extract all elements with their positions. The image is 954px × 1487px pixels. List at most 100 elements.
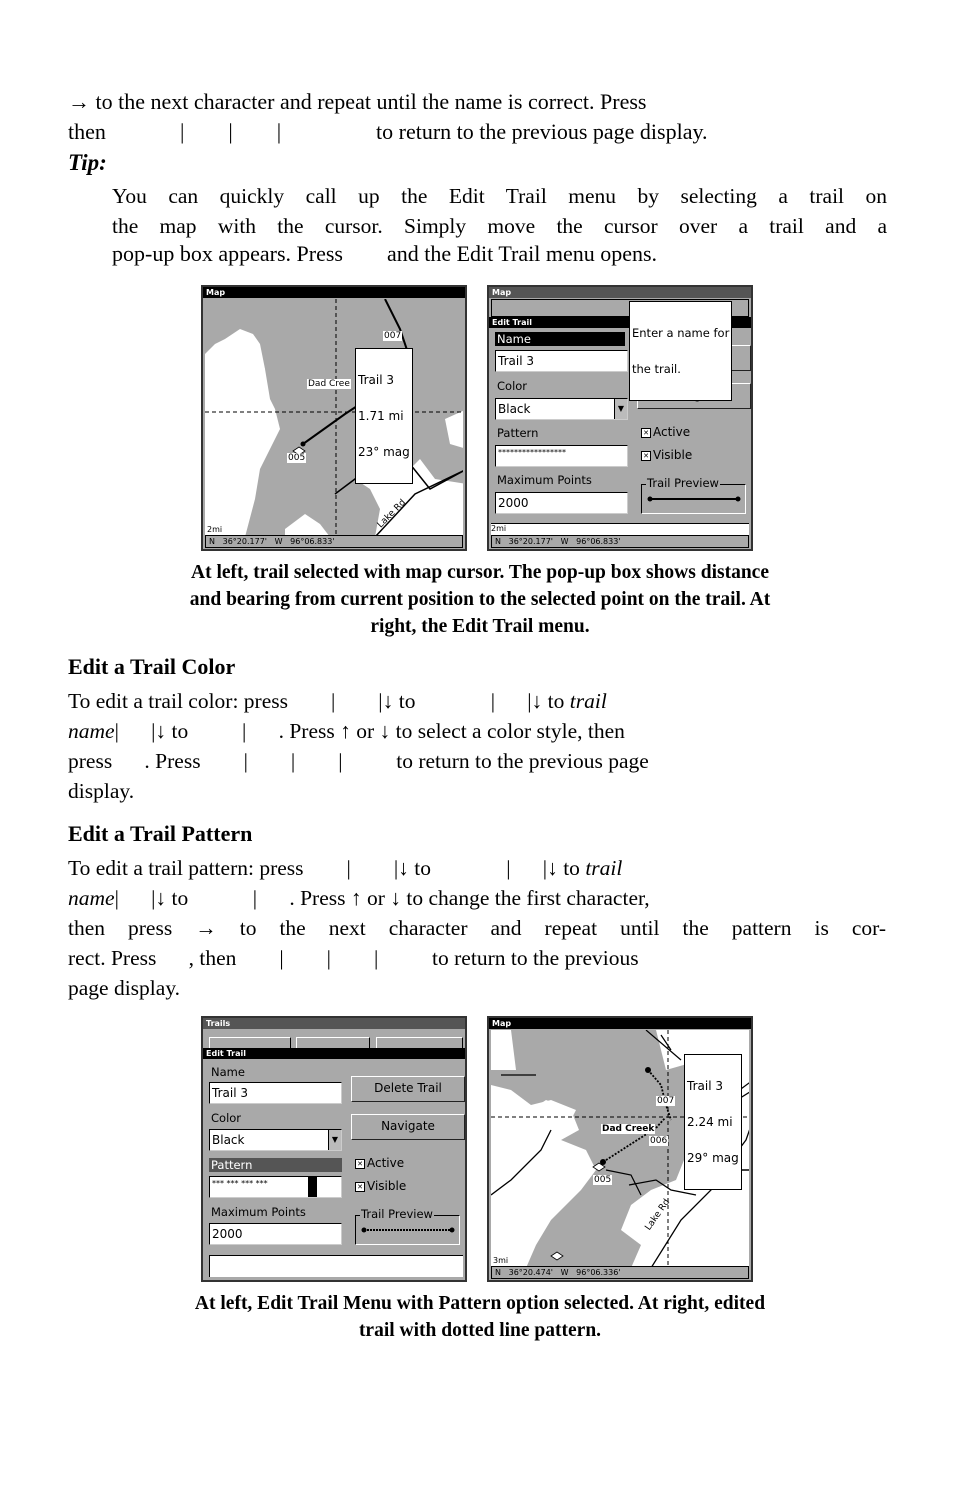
caption-2: At left, Edit Trail Menu with Pattern op…	[60, 1290, 900, 1344]
pattern-line-5: page display.	[68, 976, 181, 1000]
color-line-4: display.	[68, 779, 135, 803]
trail-popup: Trail 3 1.71 mi 23° mag	[355, 348, 413, 484]
trail-preview: Trail Preview	[641, 476, 746, 514]
popup-bearing: 29° mag	[687, 1151, 739, 1165]
waypoint-label: 005	[287, 453, 307, 463]
pattern-label: Pattern	[209, 1158, 342, 1172]
check-icon: ✕	[641, 427, 651, 438]
caption-line: At left, Edit Trail Menu with Pattern op…	[194, 1293, 766, 1314]
hint-line: the trail.	[632, 362, 681, 376]
color-value: Black	[212, 1133, 245, 1147]
section-heading-color: Edit a Trail Color	[68, 654, 236, 679]
active-label: Active	[653, 425, 691, 439]
pattern-line-4: rect. Press , then | | | to return to th…	[68, 946, 639, 970]
hint-popup: Enter a name for the trail.	[629, 301, 733, 401]
map-scale: 2mi	[207, 525, 223, 534]
italic-text: trail	[585, 856, 623, 880]
italic-text: name	[68, 719, 115, 743]
place-label: Dad Creek	[601, 1124, 656, 1134]
pattern-field[interactable]: *** *** *** ***	[209, 1176, 342, 1198]
caption-line: trail with dotted line pattern.	[358, 1320, 602, 1341]
visible-label: Visible	[653, 448, 693, 462]
popup-distance: 2.24 mi	[687, 1115, 733, 1129]
trail-popup: Trail 3 2.24 mi 29° mag	[684, 1054, 742, 1190]
chevron-down-icon[interactable]: ▼	[328, 1130, 341, 1150]
text: | |↓ to | . Press ↑ or ↓ to select a col…	[114, 719, 625, 743]
caption-line: At left, trail selected with map cursor.…	[191, 562, 769, 583]
list-area	[209, 1255, 463, 1277]
name-field[interactable]: Trail 3	[209, 1082, 342, 1104]
map-view[interactable]: 007 Dad Creek 006 005 Lake Rd Lake Rd Tr…	[491, 1030, 749, 1266]
name-label: Name	[211, 1065, 245, 1079]
max-points-field[interactable]: 2000	[209, 1223, 342, 1245]
map-scale: 2mi	[491, 524, 507, 533]
edit-trail-screen-1: Map Edit Trail Name Trail 3 Color Black …	[487, 285, 753, 551]
color-label: Color	[211, 1111, 242, 1125]
color-dropdown[interactable]: Black ▼	[209, 1129, 342, 1151]
trail-preview: Trail Preview	[355, 1207, 460, 1245]
name-field[interactable]: Trail 3	[495, 350, 628, 372]
pattern-line-3: then press → to the next character and r…	[68, 916, 886, 940]
place-label: Dad Cree	[307, 379, 351, 389]
intro-line-1: → to the next character and repeat until…	[68, 89, 647, 114]
position-status: N 36°20.177' W 96°06.833'	[491, 535, 749, 548]
popup-bearing: 23° mag	[358, 445, 410, 459]
max-points-label: Maximum Points	[211, 1205, 306, 1219]
visible-label: Visible	[367, 1179, 407, 1193]
color-line-2: name| |↓ to | . Press ↑ or ↓ to select a…	[68, 716, 886, 746]
color-line-1: To edit a trail color: press | |↓ to | |…	[68, 686, 886, 716]
map-graphic	[205, 299, 463, 535]
edit-trail-panel: Name Trail 3 Color Black ▼ Pattern *** *…	[205, 1059, 465, 1254]
trail-preview-line	[647, 496, 741, 502]
text-cursor	[308, 1177, 317, 1197]
text: | |↓ to | . Press ↑ or ↓ to change the f…	[114, 886, 650, 910]
active-label: Active	[367, 1156, 405, 1170]
position-status: N 36°20.177' W 96°06.833'	[205, 535, 463, 548]
pattern-line-2: name| |↓ to | . Press ↑ or ↓ to change t…	[68, 883, 886, 913]
map-title: Map	[203, 287, 465, 298]
caption-line: right, the Edit Trail menu.	[370, 616, 590, 637]
color-line-3: press . Press | | | to return to the pre…	[68, 749, 649, 773]
waypoint-label: 007	[383, 331, 403, 341]
waypoint-label: 006	[649, 1136, 669, 1146]
section-heading-pattern: Edit a Trail Pattern	[68, 821, 253, 846]
edit-trail-title: Edit Trail	[203, 1048, 465, 1059]
color-label: Color	[497, 379, 528, 393]
tip-label: Tip:	[68, 150, 107, 175]
max-points-field[interactable]: 2000	[495, 492, 628, 514]
active-checkbox[interactable]: ✕ Active	[355, 1156, 404, 1170]
check-icon: ✕	[355, 1181, 365, 1192]
intro-line-2c: to return to the previous page display.	[376, 119, 708, 144]
position-status: N 36°20.474' W 96°06.336'	[491, 1266, 749, 1279]
popup-name: Trail 3	[687, 1079, 723, 1093]
delete-trail-button[interactable]: Delete Trail	[351, 1076, 465, 1102]
check-icon: ✕	[641, 450, 651, 461]
map-strip: 2mi	[491, 523, 749, 535]
visible-checkbox[interactable]: ✕ Visible	[641, 448, 692, 462]
navigate-button[interactable]: Navigate	[351, 1114, 465, 1140]
color-dropdown[interactable]: Black ▼	[495, 398, 628, 420]
name-label: Name	[495, 332, 625, 346]
active-checkbox[interactable]: ✕ Active	[641, 425, 690, 439]
caption-line: and bearing from current position to the…	[189, 589, 771, 610]
pattern-label: Pattern	[497, 426, 539, 440]
text: To edit a trail pattern: press | |↓ to |…	[68, 856, 586, 880]
tip-line-2: the map with the cursor. Simply move the…	[112, 214, 887, 238]
italic-text: name	[68, 886, 115, 910]
italic-text: trail	[569, 689, 607, 713]
intro-line-2b: | | |	[180, 119, 282, 144]
check-icon: ✕	[355, 1158, 365, 1169]
pattern-field[interactable]: *****************	[495, 445, 628, 467]
chevron-down-icon[interactable]: ▼	[614, 399, 627, 419]
pattern-line-1: To edit a trail pattern: press | |↓ to |…	[68, 853, 886, 883]
tip-line-1: You can quickly call up the Edit Trail m…	[112, 184, 887, 208]
map-view[interactable]: 007 Dad Cree 005 Lake Rd Trail 3 1.71 mi…	[205, 299, 463, 535]
max-points-label: Maximum Points	[497, 473, 592, 487]
text: To edit a trail color: press | |↓ to | |…	[68, 689, 570, 713]
waypoint-label: 005	[593, 1175, 613, 1185]
tip-line-3: pop-up box appears. Press and the Edit T…	[112, 241, 658, 266]
trail-preview-line	[361, 1227, 455, 1233]
visible-checkbox[interactable]: ✕ Visible	[355, 1179, 406, 1193]
map-screen-1: Map 007 Dad Cree 005 Lake Rd Trail 3 1.7…	[201, 285, 467, 551]
caption-1: At left, trail selected with map cursor.…	[60, 559, 900, 640]
